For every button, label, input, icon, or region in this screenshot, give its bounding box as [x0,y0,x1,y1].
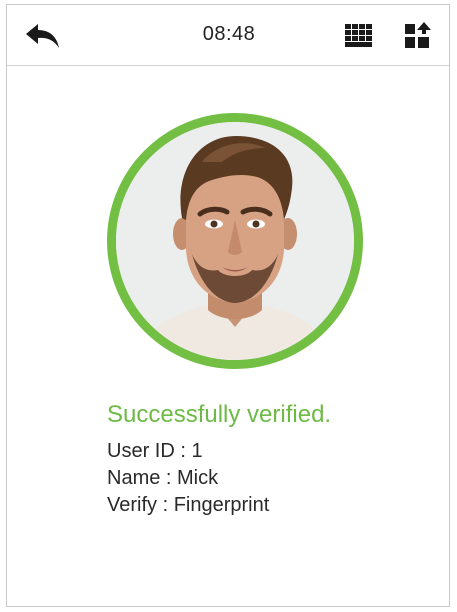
verify-mode-button[interactable] [405,22,431,50]
verification-status: Successfully verified. [107,401,332,428]
top-bar: 08:48 [7,5,449,66]
user-name-text: Name : Mick [107,467,219,489]
device-screen: 08:48 Successfully verified. User ID: 1… [6,4,450,607]
user-face-photo [107,113,363,369]
keypad-icon [345,24,372,47]
face-portrait [116,122,354,360]
verify-method-text: Verify : Fingerprint [107,494,270,516]
back-button[interactable] [25,22,61,50]
clock-time: 08:48 [202,23,256,45]
user-id-text: User ID : 1 [107,440,203,462]
verify-mode-icon [405,22,431,48]
keypad-button[interactable] [345,24,373,48]
back-arrow-icon [26,24,59,48]
